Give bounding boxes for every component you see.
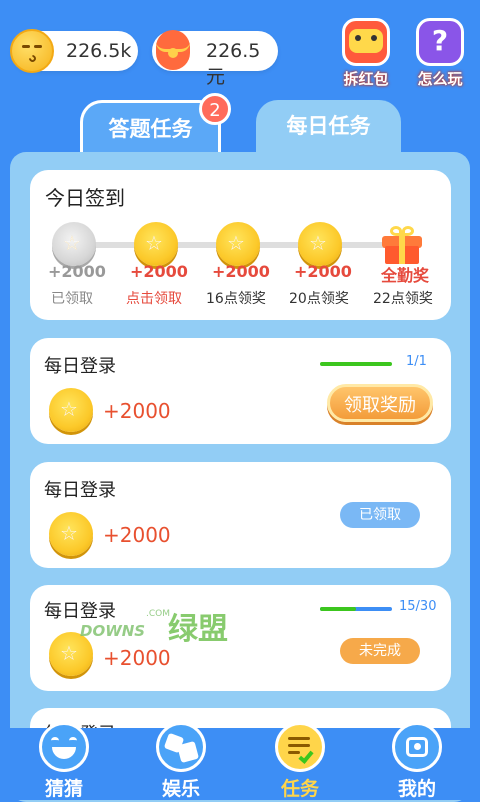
task-reward: +2000 [103, 399, 171, 423]
checkin-amount-4: +2000 [294, 262, 352, 281]
checkin-coin-1: ☆ [52, 222, 96, 266]
checkin-caption-3: 16点领奖 [206, 291, 266, 307]
task-progress-text: 1/1 [406, 354, 427, 369]
checkin-amount-5: 全勤奖 [381, 266, 430, 285]
checkin-caption-5: 22点领奖 [373, 291, 433, 307]
gift-box-icon [342, 18, 390, 66]
task-title: 每日登录 [44, 480, 116, 501]
nav-tasks-label: 任务 [280, 778, 319, 800]
checkin-coin-2[interactable]: ☆ [134, 222, 178, 266]
watermark-dot: .COM [146, 609, 170, 619]
checkin-amount-2: +2000 [130, 262, 188, 281]
watermark: DOWNS .COM 绿盟 [50, 604, 250, 647]
tab-daily-label: 每日任务 [286, 114, 371, 138]
quiz-tasks-badge: 2 [199, 93, 231, 125]
nav-tasks[interactable]: 任务 [260, 722, 340, 801]
incomplete-button[interactable]: 未完成 [340, 638, 420, 664]
checkin-coin-4: ☆ [298, 222, 342, 266]
coin-balance-value: 226.5k [66, 40, 132, 62]
nav-guess[interactable]: 猜猜 [24, 722, 104, 801]
task-progress-bar [320, 362, 392, 366]
task-title: 每日登录 [44, 356, 116, 377]
task-progress-text: 15/30 [399, 599, 437, 614]
tab-quiz-label: 答题任务 [108, 117, 193, 141]
checkin-caption-1: 已领取 [51, 291, 93, 307]
checkin-title: 今日签到 [45, 186, 125, 210]
red-envelope-icon [156, 30, 190, 70]
checkin-caption-4: 20点领奖 [289, 291, 349, 307]
question-icon: ? [416, 18, 464, 66]
dice-icon [156, 722, 206, 772]
task-card: 每日登录 ☆ +2000 已领取 [30, 462, 451, 568]
nav-mine-label: 我的 [397, 778, 436, 800]
coin-icon: ☆ [49, 388, 93, 432]
cash-balance-value: 226.5元 [206, 40, 261, 88]
task-progress-bar [320, 607, 392, 611]
coin-icon: ☆ [49, 512, 93, 556]
cash-balance[interactable]: 226.5元 [152, 30, 278, 88]
watermark-cn: 绿盟 [168, 612, 228, 647]
task-progress-fill [320, 607, 356, 611]
task-card: 每日登录 1/1 ☆ +2000 领取奖励 [30, 338, 451, 444]
checkin-coin-3: ☆ [216, 222, 260, 266]
bottom-nav: 猜猜 娱乐 任务 我的 [0, 722, 480, 801]
claimed-button[interactable]: 已领取 [340, 502, 420, 528]
how-to-play-button[interactable]: ? 怎么玩 [411, 18, 469, 89]
coin-balance[interactable]: 226.5k [10, 29, 138, 73]
how-to-play-label: 怎么玩 [417, 70, 463, 88]
laughing-face-icon [39, 722, 89, 772]
task-reward: +2000 [103, 523, 171, 547]
nav-guess-label: 猜猜 [44, 778, 83, 800]
checkin-card: 今日签到 ☆ +2000 已领取 ☆ +2000 点击领取 ☆ +2000 16… [30, 170, 451, 320]
tab-daily-tasks[interactable]: 每日任务 [256, 100, 401, 158]
nav-entertainment[interactable]: 娱乐 [141, 722, 221, 801]
open-redpack-label: 拆红包 [343, 70, 389, 88]
nav-mine[interactable]: 我的 [377, 722, 457, 801]
nav-entertainment-label: 娱乐 [161, 778, 200, 800]
question-mark: ? [431, 24, 449, 57]
watermark-brand: DOWNS [80, 622, 146, 640]
checkin-amount-1: +2000 [48, 262, 106, 281]
gift-icon [382, 226, 422, 264]
task-reward: +2000 [103, 646, 171, 670]
checkin-claim-link[interactable]: 点击领取 [126, 288, 182, 308]
claim-reward-button[interactable]: 领取奖励 [327, 384, 433, 422]
profile-card-icon [392, 722, 442, 772]
smiley-coin-icon [10, 29, 54, 73]
open-redpack-button[interactable]: 拆红包 [337, 18, 395, 89]
checkin-amount-3: +2000 [212, 262, 270, 281]
task-list-icon [275, 722, 325, 772]
